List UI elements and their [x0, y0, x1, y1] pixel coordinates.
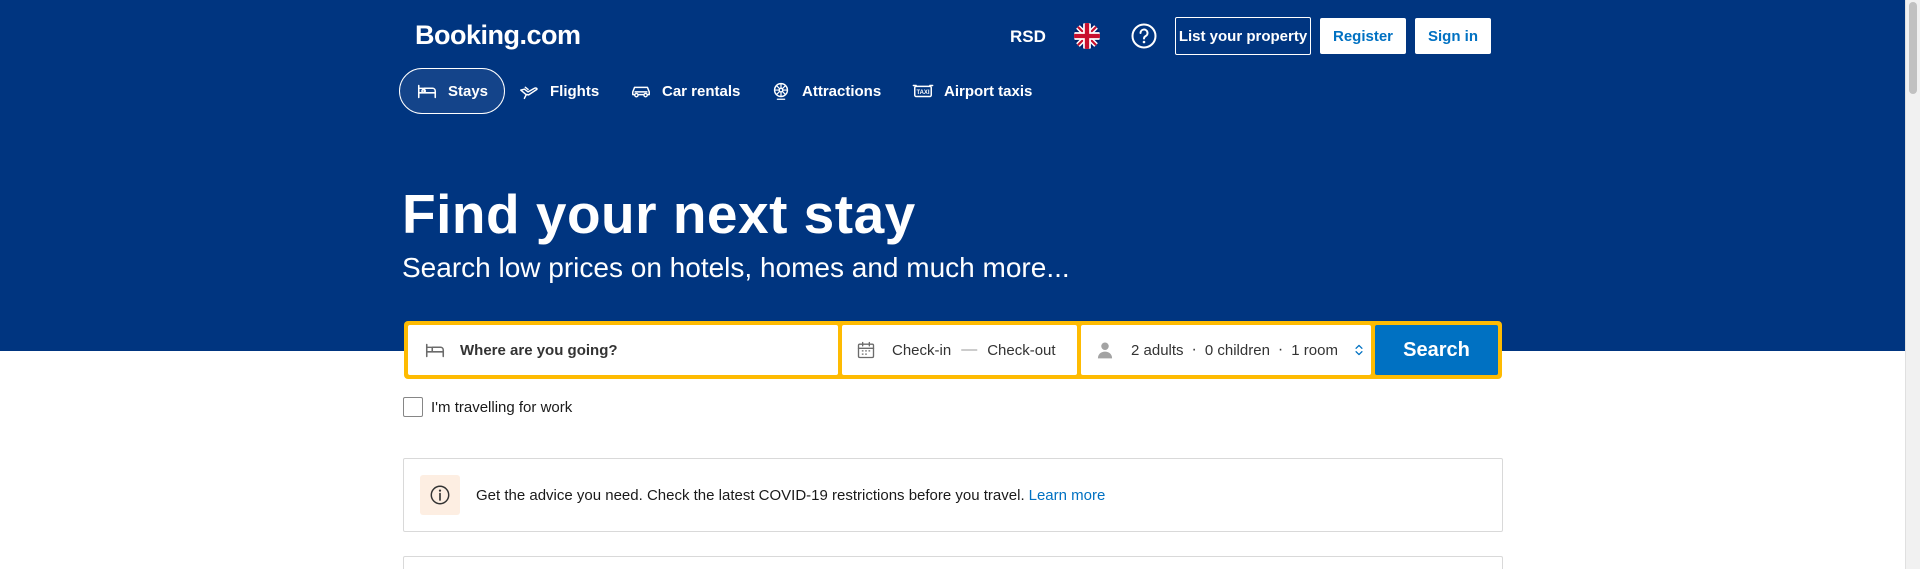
svg-text:TAXI: TAXI [916, 90, 929, 96]
list-property-button[interactable]: List your property [1175, 17, 1311, 55]
covid-notice: Get the advice you need. Check the lates… [403, 458, 1503, 532]
scrollbar-thumb[interactable] [1909, 2, 1917, 94]
chevron-up-down-icon [1354, 343, 1364, 357]
page-scrollbar[interactable] [1905, 0, 1920, 569]
tab-flights-label: Flights [550, 82, 600, 100]
register-button[interactable]: Register [1320, 18, 1406, 54]
adults-count: 2 adults [1131, 341, 1184, 359]
tab-attractions-label: Attractions [802, 82, 882, 100]
currency-selector[interactable]: RSD [1006, 24, 1050, 50]
page-subtitle: Search low prices on hotels, homes and m… [402, 252, 1070, 283]
bed-icon [424, 339, 446, 361]
tab-stays-label: Stays [448, 82, 489, 100]
tab-car-rentals[interactable]: Car rentals [614, 68, 756, 114]
separator-dot: · [1277, 341, 1284, 358]
notice-text: Get the advice you need. Check the lates… [476, 486, 1025, 504]
learn-more-link[interactable]: Learn more [1029, 487, 1106, 504]
attractions-icon [773, 82, 789, 100]
calendar-icon [856, 340, 876, 360]
tab-car-rentals-label: Car rentals [662, 82, 741, 100]
work-travel-checkbox[interactable] [403, 397, 423, 417]
check-in-label[interactable]: Check-in [892, 342, 951, 359]
work-travel-checkbox-row[interactable]: I'm travelling for work [403, 397, 572, 417]
tab-stays[interactable]: Stays [399, 68, 506, 114]
tab-airport-taxis[interactable]: TAXI Airport taxis [896, 68, 1048, 114]
separator-dot: · [1191, 341, 1197, 358]
sign-in-button[interactable]: Sign in [1415, 18, 1491, 54]
car-icon [632, 86, 650, 98]
help-icon[interactable] [1130, 22, 1158, 50]
bed-icon [417, 84, 437, 99]
person-icon [1095, 340, 1115, 360]
check-out-label[interactable]: Check-out [987, 342, 1055, 359]
work-travel-label: I'm travelling for work [431, 398, 573, 416]
search-button[interactable]: Search [1375, 325, 1498, 375]
guests-field[interactable]: 2 adults · 0 children · 1 room [1081, 325, 1371, 375]
rooms-count: 1 room [1291, 341, 1338, 359]
uk-flag-icon[interactable] [1074, 23, 1100, 49]
destination-field[interactable] [408, 325, 838, 375]
taxi-icon: TAXI [912, 84, 934, 98]
hero-banner [0, 0, 1905, 351]
info-icon [420, 475, 460, 515]
plane-icon [520, 86, 538, 100]
tab-attractions[interactable]: Attractions [754, 68, 897, 114]
destination-input[interactable] [460, 341, 800, 359]
tab-airport-taxis-label: Airport taxis [944, 82, 1033, 100]
date-separator: — [961, 341, 978, 358]
page-title: Find your next stay [402, 183, 916, 245]
search-bar: Check-in — Check-out 2 adults · 0 childr… [404, 321, 1502, 379]
content-card [403, 556, 1503, 569]
booking-logo[interactable]: Booking.com [415, 20, 581, 51]
dates-field[interactable]: Check-in — Check-out [842, 325, 1077, 375]
children-count: 0 children [1204, 341, 1270, 359]
tab-flights[interactable]: Flights [502, 68, 615, 114]
